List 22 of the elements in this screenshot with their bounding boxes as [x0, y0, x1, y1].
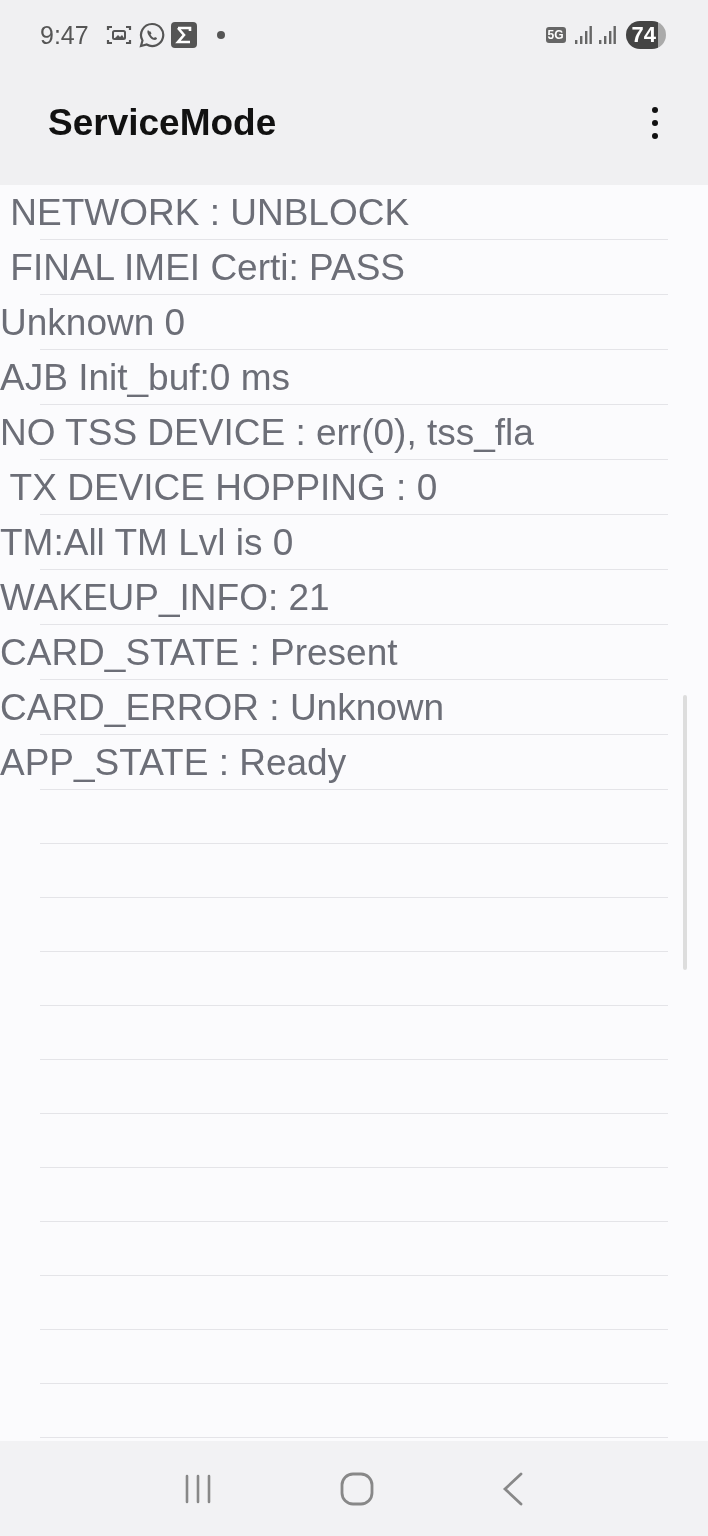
info-line: CARD_STATE : Present [0, 631, 398, 674]
screenshot-icon [104, 23, 133, 47]
signal-icon [597, 25, 616, 45]
network-type-badge: 5G [545, 27, 566, 43]
info-line: CARD_ERROR : Unknown [0, 686, 445, 729]
info-line: NO TSS DEVICE : err(0), tss_fla [0, 411, 534, 454]
info-line: AJB Init_buf:0 ms [0, 356, 290, 399]
status-time: 9:47 [40, 20, 89, 50]
chat-bubble-icon [138, 22, 165, 48]
sigma-icon [170, 22, 197, 48]
info-line: WAKEUP_INFO: 21 [0, 576, 330, 619]
battery-indicator: 74 [625, 21, 666, 49]
signal-icon [573, 25, 592, 45]
info-line: NETWORK : UNBLOCK [9, 191, 410, 234]
info-line: APP_STATE : Ready [0, 741, 347, 784]
more-options-icon[interactable] [652, 106, 658, 139]
info-line: TX DEVICE HOPPING : 0 [8, 466, 438, 509]
notification-dot-icon [216, 31, 225, 39]
info-line: TM:All TM Lvl is 0 [0, 521, 294, 564]
info-line: Unknown 0 [0, 301, 186, 344]
info-line: FINAL IMEI Certi: PASS [9, 246, 406, 289]
app-title: ServiceMode [48, 101, 277, 144]
